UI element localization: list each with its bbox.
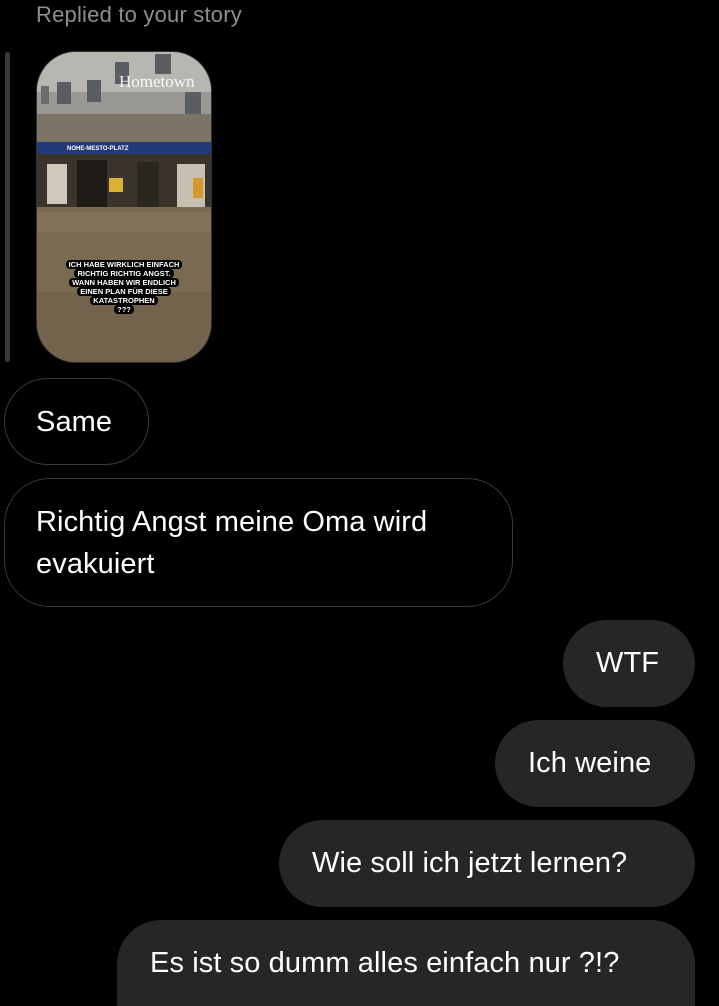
- story-thumbnail[interactable]: Hometown NOHE-MESTO-PLATZ ICH HABE WIRKL…: [36, 51, 212, 363]
- incoming-message-bubble[interactable]: Same: [4, 378, 149, 465]
- story-sign-text: NOHE-MESTO-PLATZ: [67, 146, 129, 152]
- message-text: Ich weine: [528, 747, 652, 779]
- outgoing-message-bubble[interactable]: Wie soll ich jetzt lernen?: [279, 820, 695, 907]
- story-watermark: Hometown: [119, 72, 195, 91]
- story-caption: ICH HABE WIRKLICH EINFACH RICHTIG RICHTI…: [59, 260, 189, 314]
- outgoing-message-bubble[interactable]: Es ist so dumm alles einfach nur ?!?: [117, 920, 695, 1006]
- reply-indicator-bar: [5, 52, 10, 362]
- story-caption-line: KATASTROPHEN: [90, 296, 158, 305]
- message-text: Richtig Angst meine Oma wird evakuiert: [36, 506, 428, 580]
- incoming-message-bubble[interactable]: Richtig Angst meine Oma wird evakuiert: [4, 478, 513, 607]
- message-text: Es ist so dumm alles einfach nur ?!?: [150, 947, 620, 979]
- story-caption-line: ???: [114, 305, 134, 314]
- story-caption-line: WANN HABEN WIR ENDLICH: [69, 278, 179, 287]
- outgoing-message-bubble[interactable]: WTF: [563, 620, 695, 707]
- story-caption-line: RICHTIG RICHTIG ANGST.: [74, 269, 174, 278]
- replied-to-story-label: Replied to your story: [36, 2, 242, 27]
- story-caption-line: ICH HABE WIRKLICH EINFACH: [65, 260, 183, 269]
- message-text: Wie soll ich jetzt lernen?: [312, 847, 628, 879]
- message-text: WTF: [596, 647, 660, 679]
- outgoing-message-bubble[interactable]: Ich weine: [495, 720, 695, 807]
- story-caption-line: EINEN PLAN FÜR DIESE: [77, 287, 171, 296]
- story-image: [37, 52, 211, 362]
- message-text: Same: [36, 406, 113, 438]
